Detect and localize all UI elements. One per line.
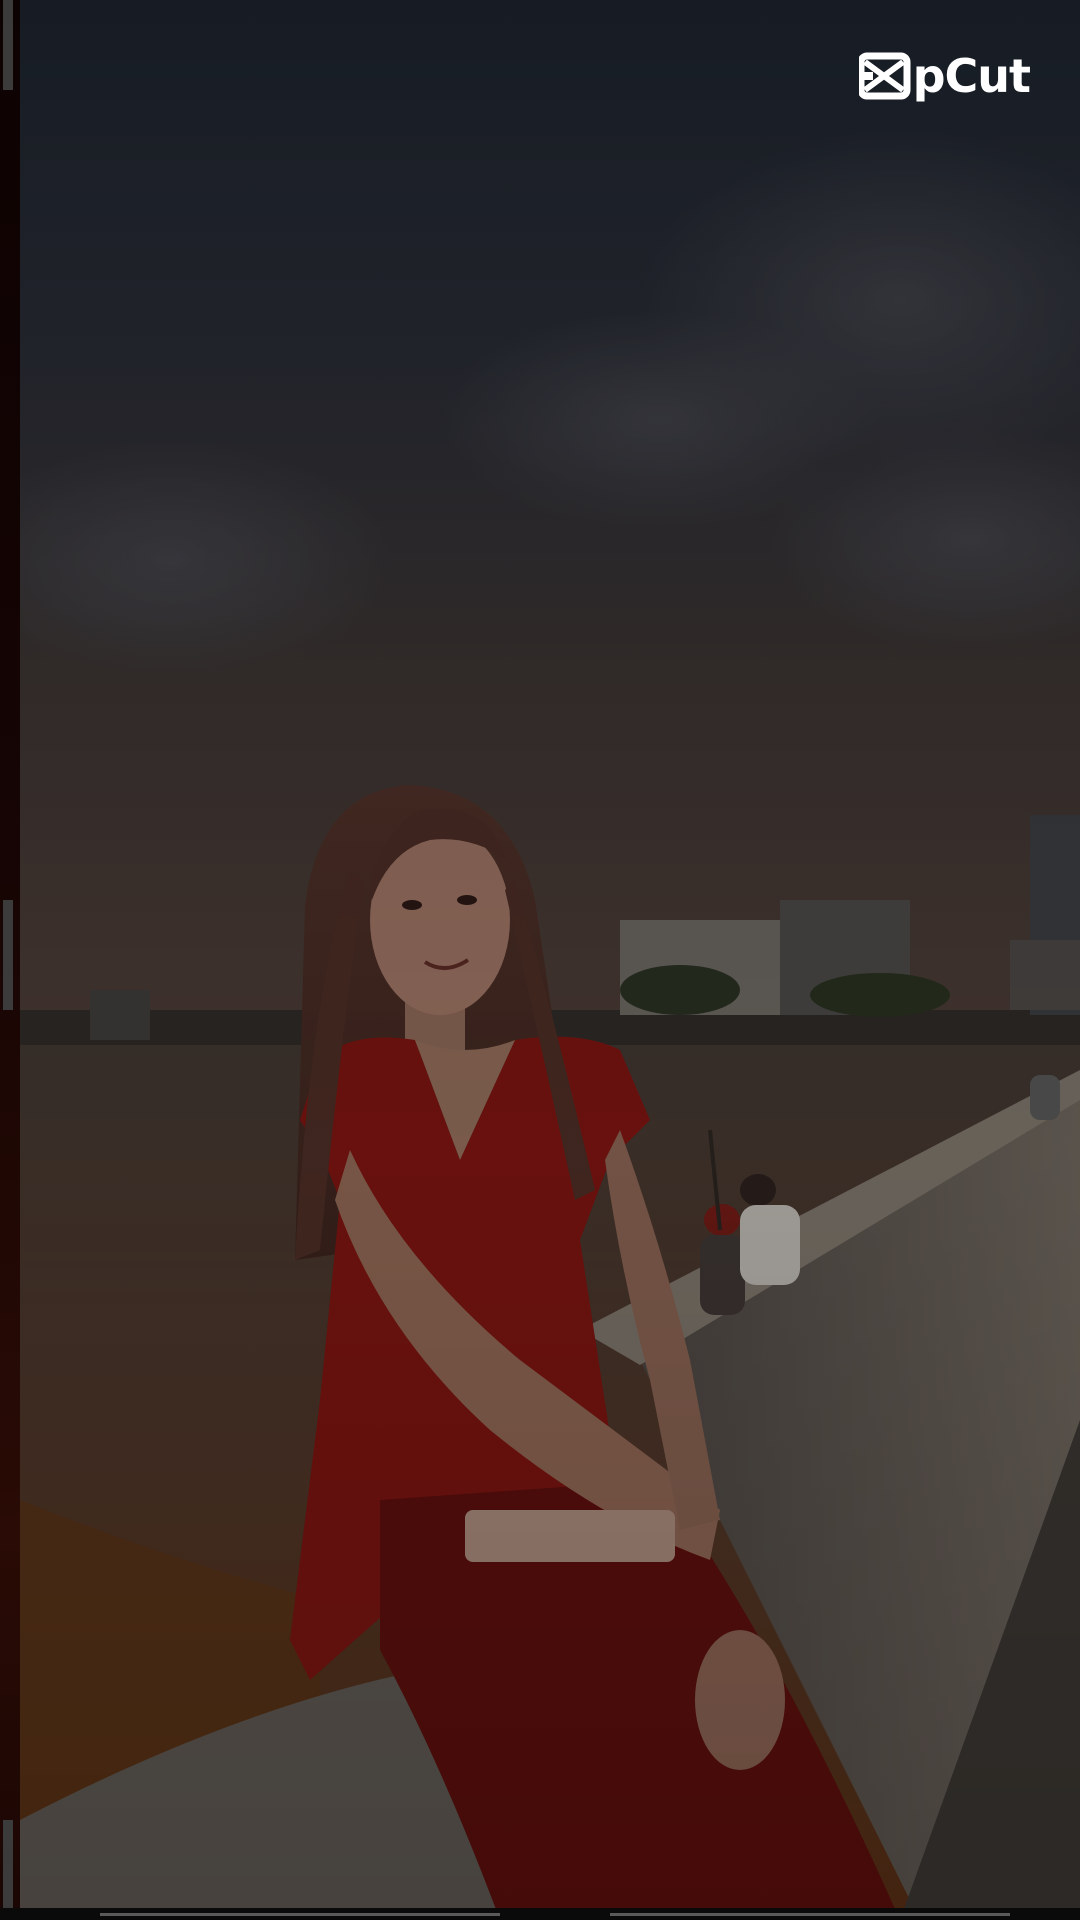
bottom-segment [100, 1913, 500, 1916]
bottom-segment [610, 1913, 1010, 1916]
watermark-text: pCut [912, 49, 1031, 103]
capcut-logo-icon [858, 52, 911, 100]
dim-overlay [20, 0, 1080, 1920]
video-frame: pCut [0, 0, 1080, 1920]
edge-tick [3, 0, 13, 90]
photo: pCut [20, 0, 1080, 1920]
photo-scene [20, 0, 1080, 1920]
capcut-watermark: pCut [858, 46, 1031, 106]
edge-tick [3, 900, 13, 1010]
edge-tick [3, 1820, 13, 1920]
left-edge-strip [0, 0, 20, 1920]
bottom-edge-bar [0, 1908, 1080, 1920]
